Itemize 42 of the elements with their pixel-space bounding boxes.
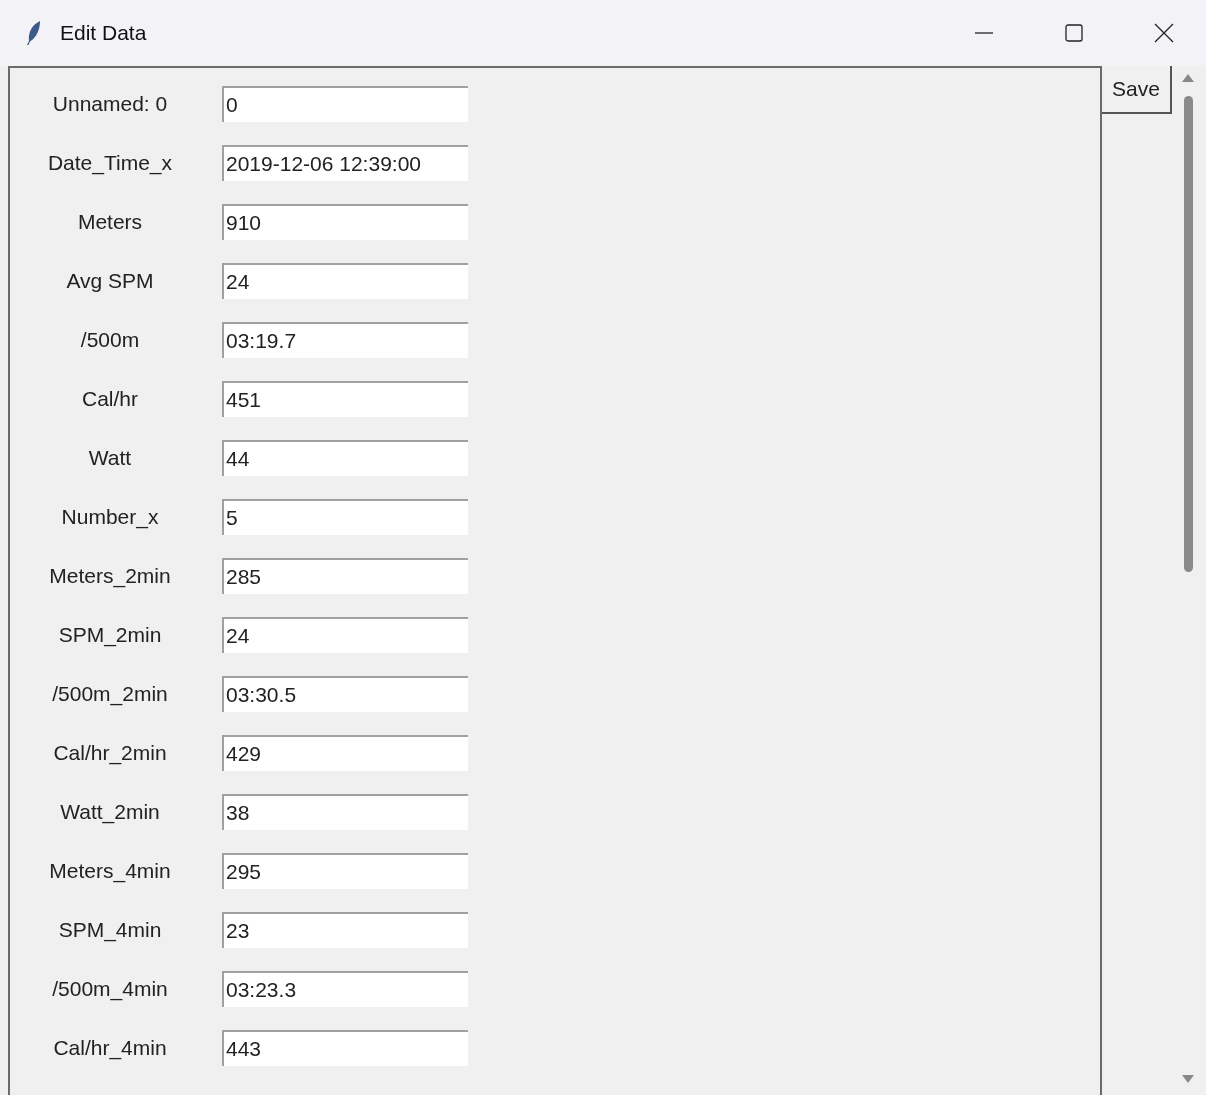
input-field[interactable]: 03:23.3 xyxy=(222,970,468,1007)
maximize-icon[interactable] xyxy=(1064,23,1084,43)
field-label: Cal/hr_2min xyxy=(52,740,168,765)
field-label: /500m xyxy=(79,327,141,352)
input-field[interactable]: 44 xyxy=(222,439,468,476)
field-label: Meters_2min xyxy=(48,563,172,588)
field-label: Meters xyxy=(76,209,144,234)
input-field[interactable]: 295 xyxy=(222,852,468,889)
field-label: SPM_4min xyxy=(57,917,163,942)
input-field[interactable]: 03:19.7 xyxy=(222,321,468,358)
input-field[interactable]: 24 xyxy=(222,262,468,299)
field-label: Watt_2min xyxy=(59,799,161,824)
input-field[interactable]: 429 xyxy=(222,734,468,771)
field-label: SPM_2min xyxy=(57,622,163,647)
scroll-down-icon[interactable] xyxy=(1182,1075,1194,1083)
input-field[interactable]: 23 xyxy=(222,911,468,948)
input-field[interactable]: 38 xyxy=(222,793,468,830)
field-label: /500m_4min xyxy=(51,976,169,1001)
input-field[interactable]: 285 xyxy=(222,557,468,594)
input-field[interactable]: 03:30.5 xyxy=(222,675,468,712)
input-field[interactable]: 0 xyxy=(222,85,468,122)
field-label: /500m_2min xyxy=(51,681,169,706)
input-field[interactable]: 451 xyxy=(222,380,468,417)
input-field[interactable]: 2019-12-06 12:39:00 xyxy=(222,144,468,181)
window-title: Edit Data xyxy=(60,21,147,45)
field-label: Date_Time_x xyxy=(46,150,174,175)
field-label: Watt xyxy=(87,445,133,470)
feather-icon xyxy=(26,20,42,46)
field-label: Unnamed: 0 xyxy=(51,91,169,116)
field-label: Cal/hr xyxy=(81,386,139,411)
field-label: Cal/hr_4min xyxy=(52,1035,168,1060)
field-label: Meters_4min xyxy=(48,858,172,883)
input-field[interactable]: 24 xyxy=(222,616,468,653)
field-label: Avg SPM xyxy=(65,268,155,293)
input-field[interactable]: 443 xyxy=(222,1029,468,1066)
field-label: Number_x xyxy=(60,504,160,529)
close-icon[interactable] xyxy=(1154,23,1174,43)
save-button[interactable]: Save xyxy=(1102,66,1172,114)
scroll-up-icon[interactable] xyxy=(1182,74,1194,82)
input-field[interactable]: 5 xyxy=(222,498,468,535)
scroll-thumb[interactable] xyxy=(1183,96,1193,572)
input-field[interactable]: 910 xyxy=(222,203,468,240)
